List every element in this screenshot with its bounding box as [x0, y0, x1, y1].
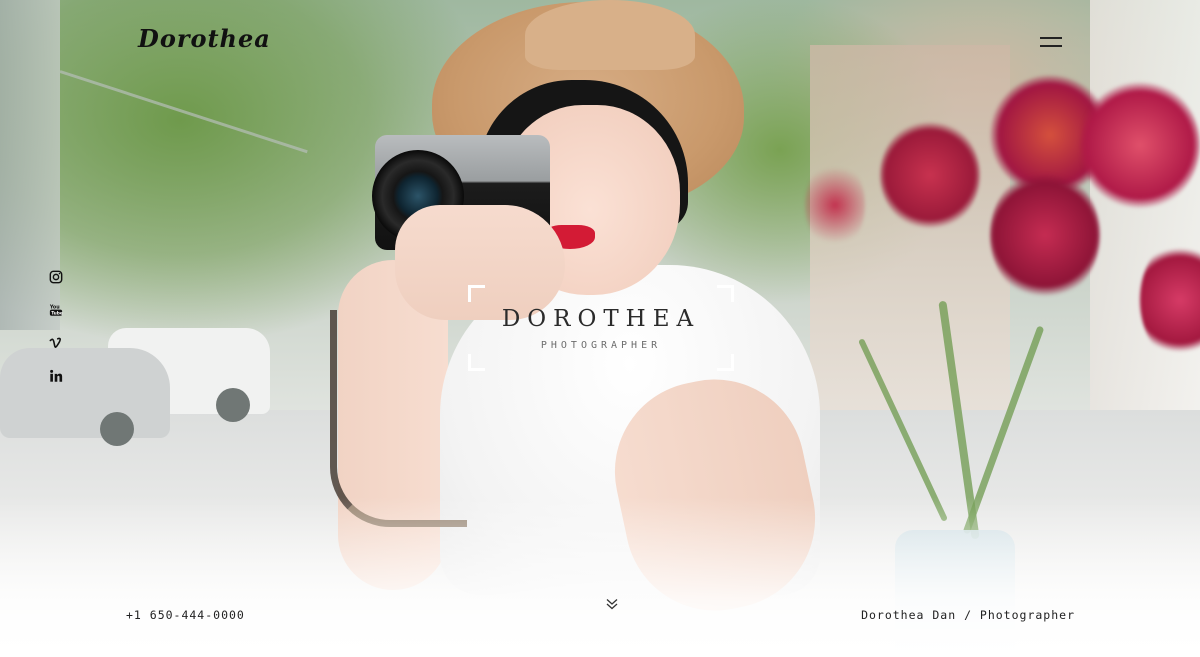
phone-number-link[interactable]: +1 650-444-0000: [126, 608, 245, 622]
hamburger-menu-icon[interactable]: [1040, 34, 1064, 50]
background-car: [0, 348, 170, 446]
flower: [880, 120, 980, 230]
flower: [990, 170, 1100, 300]
youtube-icon[interactable]: You Tube: [49, 303, 65, 319]
straw-hat-crown: [525, 0, 695, 70]
hero-title-frame: DOROTHEA PHOTOGRAPHER: [468, 285, 734, 371]
hero-subtitle: PHOTOGRAPHER: [540, 340, 662, 351]
footer-credit: Dorothea Dan / Photographer: [861, 608, 1075, 622]
site-logo[interactable]: Dorothea: [138, 24, 271, 53]
social-links: You Tube: [49, 270, 65, 402]
linkedin-icon[interactable]: [49, 369, 65, 385]
flower: [1080, 80, 1200, 210]
svg-text:Tube: Tube: [51, 310, 63, 316]
hero-title: DOROTHEA: [501, 306, 701, 332]
instagram-icon[interactable]: [49, 270, 65, 286]
bottom-fade-overlay: [0, 497, 1200, 657]
double-chevron-down-icon[interactable]: [604, 596, 620, 612]
frame-corner: [468, 285, 485, 302]
svg-text:You: You: [49, 304, 60, 310]
camera-strap: [330, 310, 467, 527]
background-wire: [59, 70, 308, 154]
frame-corner: [717, 285, 734, 302]
frame-corner: [717, 354, 734, 371]
vimeo-icon[interactable]: [49, 336, 65, 352]
frame-corner: [468, 354, 485, 371]
flower: [805, 160, 865, 250]
